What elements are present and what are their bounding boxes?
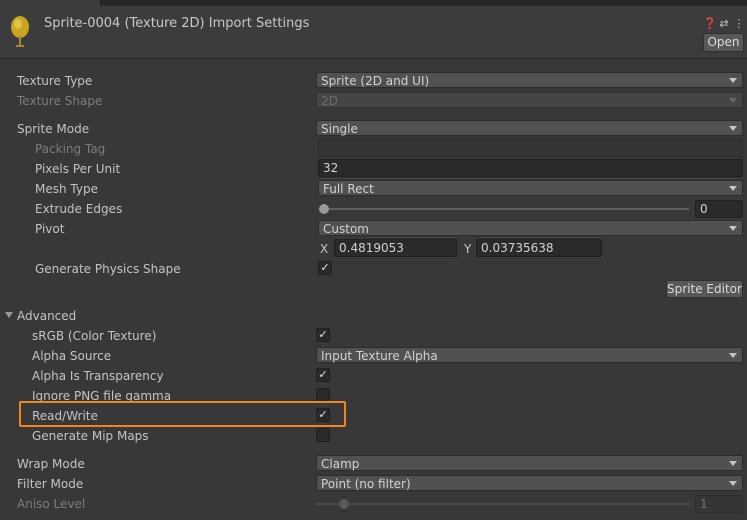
aniso-level-slider-track [316, 503, 690, 505]
pivot-dropdown[interactable]: Custom [318, 220, 743, 236]
alpha-source-dropdown[interactable]: Input Texture Alpha [316, 347, 743, 363]
sprite-editor-button[interactable]: Sprite Editor [666, 280, 743, 298]
pixels-per-unit-field[interactable]: 32 [318, 159, 743, 177]
aniso-level-slider-handle [339, 499, 349, 509]
srgb-checkbox[interactable]: ✓ [316, 328, 330, 342]
extrude-edges-slider-track[interactable] [323, 208, 689, 210]
read-write-highlight-box [19, 401, 346, 427]
chevron-down-icon [729, 78, 737, 83]
aniso-level-field: 1 [695, 495, 743, 513]
sprite-mode-dropdown[interactable]: Single [316, 120, 743, 136]
texture-type-value: Sprite (2D and UI) [321, 74, 430, 88]
alpha-source-value: Input Texture Alpha [321, 349, 438, 363]
wrap-mode-value: Clamp [321, 457, 360, 471]
texture-shape-label: Texture Shape [17, 94, 103, 108]
chevron-down-icon [729, 98, 737, 103]
generate-mip-maps-checkbox[interactable] [316, 428, 330, 442]
tree-sprite-icon [11, 16, 29, 47]
texture-shape-dropdown: 2D [316, 92, 743, 108]
extrude-edges-field[interactable]: 0 [695, 200, 743, 218]
chevron-down-icon [729, 481, 737, 486]
open-button[interactable]: Open [703, 33, 744, 52]
advanced-foldout-arrow-icon[interactable] [5, 312, 13, 318]
alpha-is-transparency-checkbox[interactable]: ✓ [316, 368, 330, 382]
ignore-png-gamma-checkbox[interactable] [316, 388, 330, 402]
chevron-down-icon [729, 126, 737, 131]
extrude-edges-label: Extrude Edges [35, 202, 123, 216]
wrap-mode-dropdown[interactable]: Clamp [316, 455, 743, 471]
chevron-down-icon [729, 353, 737, 358]
chevron-down-icon [729, 461, 737, 466]
mesh-type-dropdown[interactable]: Full Rect [318, 180, 743, 196]
generate-mip-maps-label: Generate Mip Maps [32, 429, 149, 443]
wrap-mode-label: Wrap Mode [17, 457, 85, 471]
texture-type-label: Texture Type [17, 74, 93, 88]
mesh-type-value: Full Rect [323, 182, 374, 196]
aniso-level-label: Aniso Level [17, 497, 86, 511]
help-icon[interactable]: ❓ [703, 18, 717, 30]
pivot-y-field[interactable]: 0.03735638 [476, 239, 602, 257]
inspector-title: Sprite-0004 (Texture 2D) Import Settings [44, 16, 310, 31]
texture-shape-value: 2D [321, 94, 338, 108]
pixels-per-unit-label: Pixels Per Unit [35, 162, 121, 176]
texture-type-dropdown[interactable]: Sprite (2D and UI) [316, 72, 743, 88]
generate-physics-shape-checkbox[interactable]: ✓ [318, 261, 332, 275]
packing-tag-field [318, 139, 743, 157]
packing-tag-label: Packing Tag [35, 142, 106, 156]
pivot-x-label: X [320, 242, 329, 256]
more-menu-icon[interactable]: ⋮ [733, 18, 745, 30]
chevron-down-icon [729, 226, 737, 231]
pivot-y-label: Y [464, 242, 472, 256]
alpha-is-transparency-label: Alpha Is Transparency [32, 369, 164, 383]
chevron-down-icon [729, 186, 737, 191]
mesh-type-label: Mesh Type [35, 182, 98, 196]
generate-physics-shape-label: Generate Physics Shape [35, 262, 181, 276]
inspector-header: Sprite-0004 (Texture 2D) Import Settings… [0, 6, 747, 59]
sprite-mode-value: Single [321, 122, 358, 136]
pivot-label: Pivot [35, 222, 65, 236]
sprite-mode-label: Sprite Mode [17, 122, 90, 136]
alpha-source-label: Alpha Source [32, 349, 112, 363]
preset-icon[interactable]: ⇄ [718, 18, 730, 30]
filter-mode-dropdown[interactable]: Point (no filter) [316, 475, 743, 491]
advanced-foldout-label[interactable]: Advanced [17, 309, 76, 323]
pivot-value: Custom [323, 222, 369, 236]
filter-mode-label: Filter Mode [17, 477, 84, 491]
srgb-label: sRGB (Color Texture) [32, 329, 157, 343]
filter-mode-value: Point (no filter) [321, 477, 411, 491]
pivot-x-field[interactable]: 0.4819053 [334, 239, 457, 257]
extrude-edges-slider-handle[interactable] [319, 204, 329, 214]
